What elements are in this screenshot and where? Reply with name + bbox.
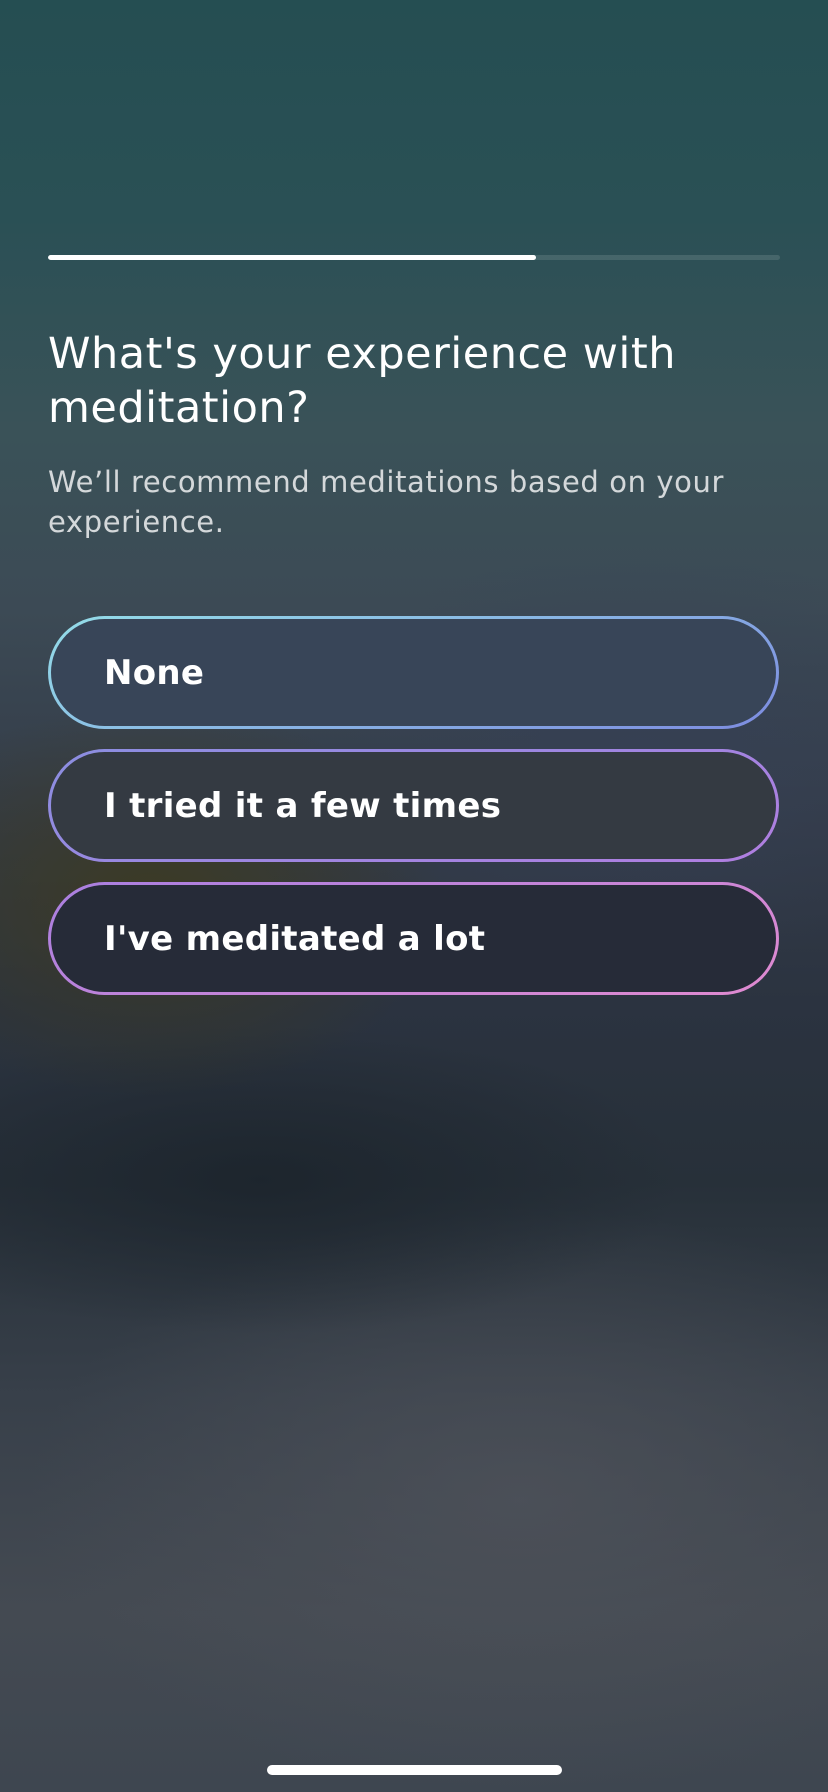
answer-options: None I tried it a few times I've meditat… xyxy=(48,616,779,1015)
option-none-inner: None xyxy=(51,619,776,726)
question-title: What's your experience with meditation? xyxy=(48,329,676,433)
progress-bar xyxy=(48,255,780,260)
option-label: I tried it a few times xyxy=(104,785,502,826)
option-label: None xyxy=(104,652,205,693)
home-indicator xyxy=(267,1765,562,1775)
option-none-button[interactable]: None xyxy=(48,616,779,729)
question-subtitle: We’ll recommend meditations based on you… xyxy=(48,465,725,539)
option-meditated-a-lot-inner: I've meditated a lot xyxy=(51,885,776,992)
option-tried-few-times-inner: I tried it a few times xyxy=(51,752,776,859)
option-meditated-a-lot-button[interactable]: I've meditated a lot xyxy=(48,882,779,995)
option-tried-few-times-button[interactable]: I tried it a few times xyxy=(48,749,779,862)
progress-bar-fill xyxy=(48,255,537,260)
option-label: I've meditated a lot xyxy=(104,918,486,959)
